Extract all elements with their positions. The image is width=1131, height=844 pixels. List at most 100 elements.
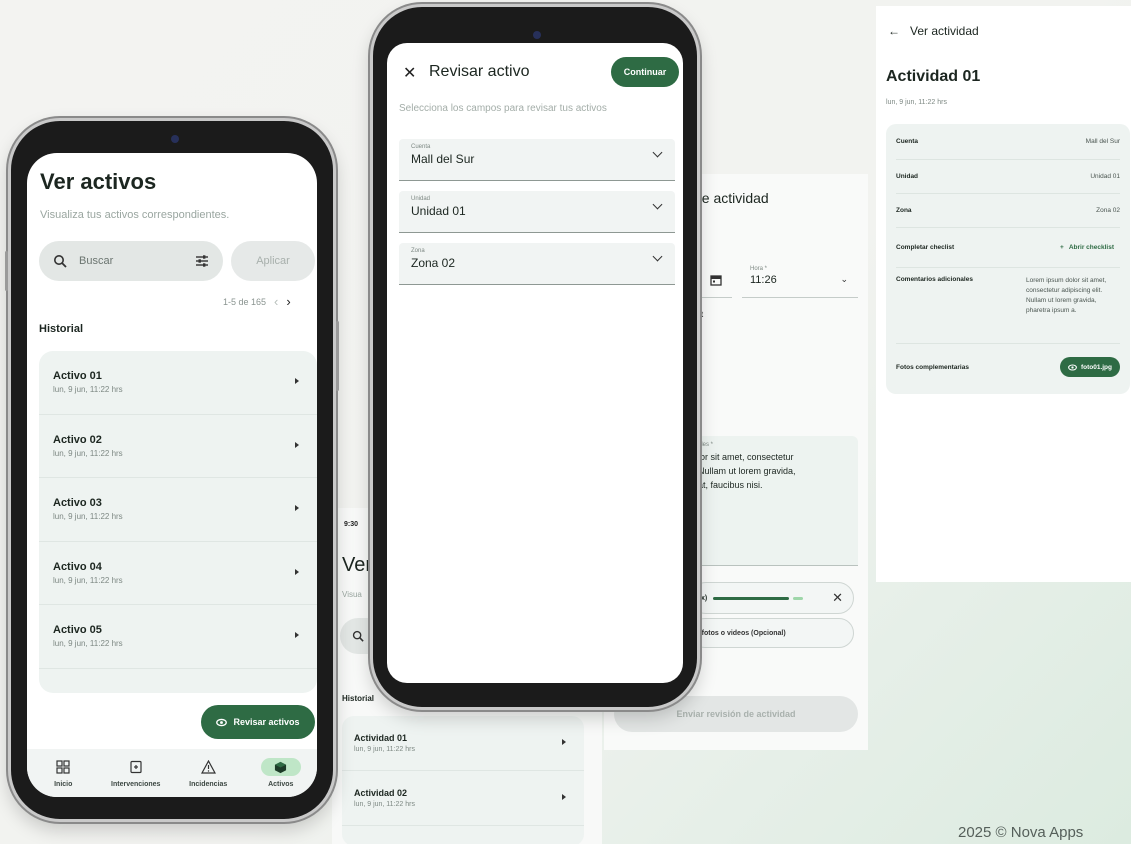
- caret-right-icon: [295, 505, 299, 512]
- detail-row: Unidad Unidad 01: [896, 160, 1120, 194]
- nav-label: Incidencias: [189, 781, 228, 788]
- detail-value: Lorem ipsum dolor sit amet, consectetur …: [1026, 277, 1107, 314]
- history-label: Historial: [342, 694, 375, 703]
- search-placeholder: Buscar: [79, 255, 114, 267]
- upload-name: x): [701, 594, 708, 602]
- chevron-left-icon[interactable]: ‹: [274, 294, 278, 309]
- field-value: Zona 02: [411, 256, 456, 270]
- screen: ✕ Revisar activo Continuar Selecciona lo…: [387, 43, 683, 683]
- status-time: 9:30: [344, 521, 359, 528]
- activity-title: Actividad 01: [886, 68, 981, 85]
- nav-label: Activos: [268, 781, 294, 788]
- phone-button: [336, 321, 339, 391]
- item-date: lun, 9 jun, 11:22 hrs: [53, 639, 123, 649]
- asset-list: Activo 01 lun, 9 jun, 11:22 hrs Activo 02…: [39, 351, 317, 693]
- list-item[interactable]: Actividad 01 lun, 9 jun, 11:22 hrs: [342, 716, 584, 771]
- item-title: Activo 01: [53, 370, 102, 383]
- search-input[interactable]: Buscar: [39, 241, 223, 281]
- phone-ver-activos: Ver activos Visualiza tus activos corres…: [5, 118, 339, 822]
- caret-right-icon: [295, 632, 299, 639]
- hour-label: Hora *: [750, 266, 768, 272]
- item-date: lun, 9 jun, 11:22 hrs: [354, 746, 415, 753]
- plus-icon: +: [1060, 244, 1064, 251]
- screen: Ver activos Visualiza tus activos corres…: [27, 153, 317, 797]
- detail-row: Zona Zona 02: [896, 194, 1120, 228]
- caret-right-icon: [295, 568, 299, 575]
- detail-row: Comentarios adicionales Lorem ipsum dolo…: [896, 268, 1120, 344]
- list-item[interactable]: Actividad 02 lun, 9 jun, 11:22 hrs: [342, 771, 584, 826]
- progress-bar: [713, 596, 790, 600]
- clipboard-icon: [121, 758, 151, 776]
- back-label: Ver actividad: [910, 24, 979, 38]
- camera-icon: [533, 31, 541, 39]
- chevron-right-icon[interactable]: ›: [286, 294, 290, 309]
- comments-label: ales *: [698, 442, 714, 448]
- nav-item-incidencias[interactable]: Incidencias: [174, 758, 242, 788]
- item-title: Activo 02: [53, 433, 102, 446]
- comments-field[interactable]: ales * lor sit amet, consectetur Nullam …: [692, 436, 858, 566]
- zone-select[interactable]: Zona Zona 02: [399, 243, 675, 285]
- detail-key: Completar checlist: [896, 244, 955, 251]
- detail-value: Zona 02: [1096, 207, 1120, 214]
- open-checklist-link[interactable]: + Abrir checklist: [1060, 244, 1114, 251]
- nav-label: Intervenciones: [111, 781, 161, 788]
- cube-icon: [260, 758, 301, 776]
- caret-right-icon: [295, 378, 299, 385]
- nav-label: Inicio: [54, 781, 73, 788]
- detail-value: Mall del Sur: [1085, 138, 1120, 145]
- list-item[interactable]: Activo 01 lun, 9 jun, 11:22 hrs: [39, 351, 317, 415]
- review-assets-label: Revisar activos: [233, 717, 300, 727]
- photo-chip[interactable]: foto01.jpg: [1059, 357, 1120, 377]
- item-date: lun, 9 jun, 11:22 hrs: [53, 448, 123, 458]
- hour-field[interactable]: Hora * 11:26 ⌄: [742, 262, 858, 298]
- list-item[interactable]: Activo 05 lun, 9 jun, 11:22 hrs: [39, 605, 317, 669]
- continue-button[interactable]: Continuar: [611, 57, 679, 87]
- review-assets-button[interactable]: Revisar activos: [201, 705, 315, 739]
- item-date: lun, 9 jun, 11:22 hrs: [354, 801, 415, 808]
- field-value: Mall del Sur: [411, 152, 475, 166]
- page-subtitle: Visualiza tus activos correspondientes.: [40, 209, 230, 221]
- pagination: 1-5 de 165 ‹ ›: [223, 294, 291, 309]
- filter-icon[interactable]: [195, 254, 209, 268]
- item-date: lun, 9 jun, 11:22 hrs: [53, 575, 123, 585]
- progress-remaining: [793, 596, 804, 600]
- page-title: Revisar activo: [429, 63, 530, 80]
- detail-key: Comentarios adicionales: [896, 276, 973, 283]
- unit-select[interactable]: Unidad Unidad 01: [399, 191, 675, 233]
- calendar-icon: [710, 274, 722, 286]
- item-title: Activo 03: [53, 497, 102, 510]
- detail-row: Cuenta Mall del Sur: [896, 124, 1120, 160]
- back-link[interactable]: ← Ver actividad: [888, 24, 979, 38]
- activity-list: Actividad 01 lun, 9 jun, 11:22 hrs Activ…: [342, 716, 584, 844]
- detail-key: Zona: [896, 207, 912, 214]
- item-title: Actividad 01: [354, 733, 408, 743]
- arrow-left-icon: ←: [888, 24, 900, 38]
- account-select[interactable]: Cuenta Mall del Sur: [399, 139, 675, 181]
- nav-item-activos[interactable]: Activos: [247, 758, 315, 788]
- detail-key: Cuenta: [896, 138, 919, 145]
- photo-chip-label: foto01.jpg: [1080, 363, 1112, 371]
- activity-date: lun, 9 jun, 11:22 hrs: [886, 99, 947, 106]
- activity-details: Cuenta Mall del Sur Unidad Unidad 01 Zon…: [886, 124, 1130, 394]
- apply-button[interactable]: Aplicar: [231, 241, 315, 281]
- item-date: lun, 9 jun, 11:22 hrs: [53, 385, 123, 395]
- history-label: Historial: [39, 323, 84, 335]
- detail-key: Unidad: [896, 173, 919, 180]
- page-title: Ver: [342, 554, 373, 576]
- item-title: Actividad 02: [354, 788, 408, 798]
- list-item[interactable]: Activo 04 lun, 9 jun, 11:22 hrs: [39, 542, 317, 605]
- nav-item-inicio[interactable]: Inicio: [29, 758, 97, 788]
- caret-right-icon: [562, 794, 566, 800]
- close-icon[interactable]: ✕: [832, 590, 843, 606]
- date-field[interactable]: [700, 262, 732, 298]
- list-item[interactable]: Activo 02 lun, 9 jun, 11:22 hrs: [39, 415, 317, 478]
- bottom-nav: Inicio Intervenciones Incidencias Activo…: [27, 749, 317, 797]
- list-item[interactable]: Activo 03 lun, 9 jun, 11:22 hrs: [39, 478, 317, 542]
- nav-item-intervenciones[interactable]: Intervenciones: [102, 758, 170, 788]
- eye-icon: [216, 718, 228, 726]
- item-title: Activo 04: [53, 560, 102, 573]
- close-icon[interactable]: ✕: [403, 63, 416, 83]
- add-media-button[interactable]: r fotos o videos (Opcional): [690, 618, 854, 648]
- page-title: Ver activos: [40, 169, 157, 194]
- pagination-text: 1-5 de 165: [223, 296, 267, 307]
